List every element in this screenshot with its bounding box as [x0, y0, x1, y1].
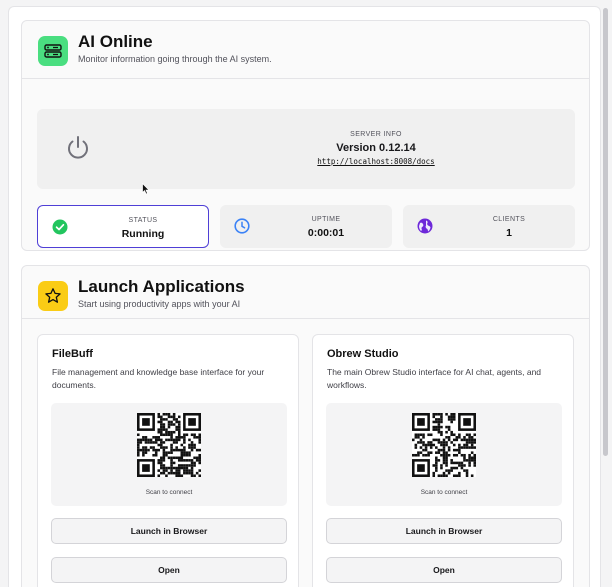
- status-card-header: AI Online Monitor information going thro…: [22, 21, 589, 79]
- server-icon: [38, 36, 68, 66]
- globe-icon: [417, 218, 433, 234]
- app-name: FileBuff: [52, 348, 93, 360]
- star-icon: [38, 281, 68, 311]
- app-card-filebuff: FileBuff File management and knowledge b…: [37, 334, 299, 587]
- check-circle-icon: [52, 219, 68, 235]
- stat-clients[interactable]: CLIENTS 1: [403, 205, 575, 248]
- scrollbar-thumb[interactable]: [603, 8, 608, 456]
- stat-status-value: Running: [121, 228, 165, 240]
- launch-card-subtitle: Start using productivity apps with your …: [78, 299, 241, 309]
- open-button[interactable]: Open: [51, 557, 287, 583]
- server-docs-link[interactable]: http://localhost:8008/docs: [37, 157, 575, 166]
- app-card-obrew-studio: Obrew Studio The main Obrew Studio inter…: [312, 334, 574, 587]
- status-card-title: AI Online: [78, 32, 153, 51]
- ai-status-card: AI Online Monitor information going thro…: [21, 20, 590, 251]
- status-card-subtitle: Monitor information going through the AI…: [78, 54, 272, 64]
- stat-status[interactable]: STATUS Running: [37, 205, 209, 248]
- qr-caption: Scan to connect: [420, 489, 468, 496]
- mouse-cursor-icon: [142, 183, 150, 195]
- stat-uptime-value: 0:00:01: [307, 227, 345, 239]
- scrollbar[interactable]: [603, 6, 609, 587]
- app-description: File management and knowledge base inter…: [52, 367, 265, 390]
- launch-card-title: Launch Applications: [78, 277, 245, 296]
- qr-code-icon: [137, 413, 201, 477]
- stat-clients-label: CLIENTS: [492, 216, 526, 223]
- qr-panel: Scan to connect: [326, 403, 562, 506]
- app-name: Obrew Studio: [327, 348, 399, 360]
- stat-status-label: STATUS: [128, 217, 158, 224]
- launch-in-browser-button[interactable]: Launch in Browser: [326, 518, 562, 544]
- launch-applications-card: Launch Applications Start using producti…: [21, 265, 590, 587]
- launch-card-header: Launch Applications Start using producti…: [22, 266, 589, 319]
- app-window: AI Online Monitor information going thro…: [8, 6, 601, 587]
- open-button[interactable]: Open: [326, 557, 562, 583]
- server-info-label: SERVER INFO: [350, 131, 402, 138]
- qr-code-icon: [412, 413, 476, 477]
- qr-caption: Scan to connect: [145, 489, 193, 496]
- qr-panel: Scan to connect: [51, 403, 287, 506]
- launch-in-browser-button[interactable]: Launch in Browser: [51, 518, 287, 544]
- stat-uptime[interactable]: UPTIME 0:00:01: [220, 205, 392, 248]
- server-info-panel: SERVER INFO Version 0.12.14 http://local…: [37, 109, 575, 189]
- stat-uptime-label: UPTIME: [311, 216, 341, 223]
- stat-clients-value: 1: [506, 227, 512, 239]
- server-version: Version 0.12.14: [336, 142, 416, 154]
- clock-icon: [234, 218, 250, 234]
- app-description: The main Obrew Studio interface for AI c…: [327, 367, 542, 390]
